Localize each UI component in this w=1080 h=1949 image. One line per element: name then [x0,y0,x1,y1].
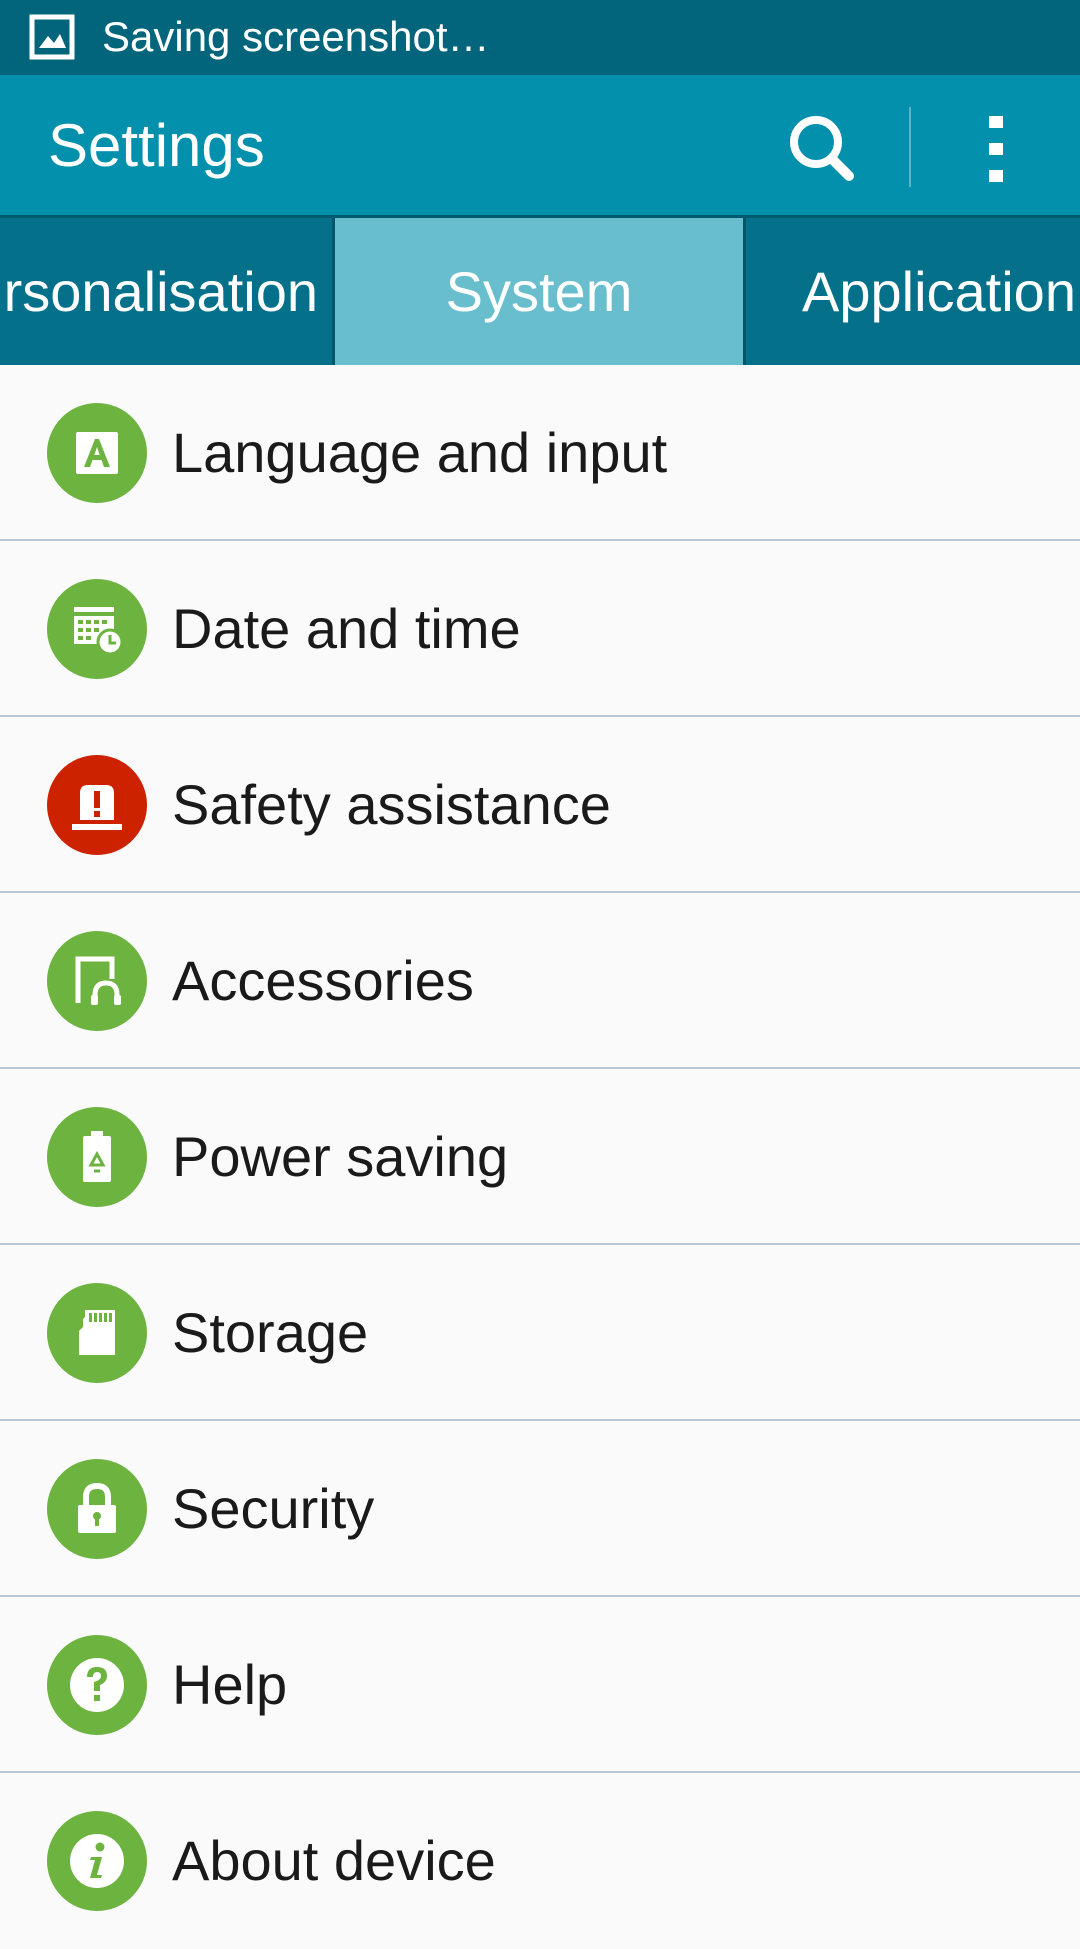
search-icon[interactable] [780,105,868,193]
language-icon [47,403,147,503]
list-item-about-device[interactable]: About device [0,1773,1080,1949]
alert-beacon-icon [47,755,147,855]
action-divider [909,107,911,187]
accessories-icon [47,931,147,1031]
tab-bar: rsonalisation System Application [0,215,1080,365]
list-item-label: Language and input [172,421,668,484]
action-bar: Settings [0,75,1080,215]
list-item-label: Power saving [172,1125,509,1188]
image-icon [29,14,75,60]
list-item-storage[interactable]: Storage [0,1245,1080,1421]
sd-card-icon [47,1283,147,1383]
list-item-safety-assistance[interactable]: Safety assistance [0,717,1080,893]
list-item-power-saving[interactable]: Power saving [0,1069,1080,1245]
page-title: Settings [48,112,265,179]
lock-icon [47,1459,147,1559]
battery-recycle-icon [47,1107,147,1207]
list-item-label: Security [172,1477,375,1540]
list-item-label: Accessories [172,949,474,1012]
settings-list: Language and input Date and time Safety … [0,365,1080,1949]
list-item-label: Date and time [172,597,521,660]
status-bar: Saving screenshot… [0,0,1080,75]
list-item-accessories[interactable]: Accessories [0,893,1080,1069]
tab-applications[interactable]: Application [746,218,1080,365]
list-item-label: Storage [172,1301,369,1364]
info-icon [47,1811,147,1911]
tab-system[interactable]: System [332,218,746,365]
list-item-label: Safety assistance [172,773,611,836]
help-icon [47,1635,147,1735]
more-vert-icon[interactable] [960,105,1032,193]
calendar-clock-icon [47,579,147,679]
list-item-help[interactable]: Help [0,1597,1080,1773]
tab-personalisation[interactable]: rsonalisation [0,218,330,365]
list-item-label: About device [172,1829,496,1892]
notification-text: Saving screenshot… [102,13,490,60]
list-item-date-and-time[interactable]: Date and time [0,541,1080,717]
list-item-security[interactable]: Security [0,1421,1080,1597]
list-item-label: Help [172,1653,288,1716]
list-item-language-and-input[interactable]: Language and input [0,365,1080,541]
